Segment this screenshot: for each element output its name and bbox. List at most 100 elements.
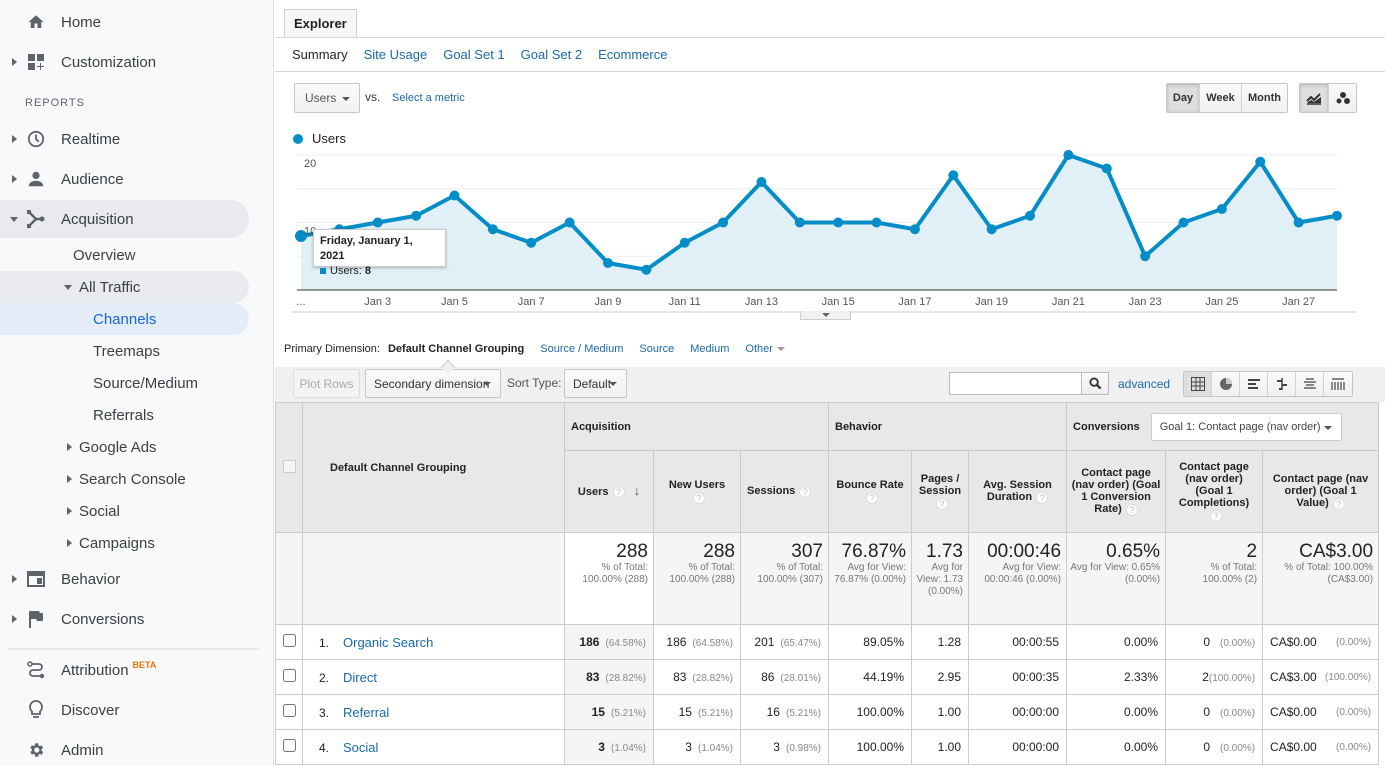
help-icon[interactable]: ? — [612, 486, 625, 499]
total-value: 00:00:46 — [987, 541, 1062, 562]
attribution-icon — [26, 660, 46, 680]
nav-overview[interactable]: Overview — [0, 237, 250, 273]
nav-discover[interactable]: Discover — [0, 692, 250, 728]
col-avg-duration[interactable]: Avg. Session Duration? — [967, 450, 1068, 533]
term-cloud-view-button[interactable] — [1296, 372, 1324, 396]
row-value-amount: CA$3.00 — [1270, 670, 1317, 684]
nav-referrals[interactable]: Referrals — [0, 397, 250, 433]
help-icon[interactable]: ? — [1125, 503, 1138, 516]
table-toolbar: Plot Rows Secondary dimension Sort Type:… — [275, 367, 1385, 402]
nav-all-traffic[interactable]: All Traffic — [0, 271, 249, 303]
col-goal-completions[interactable]: Contact page (nav order) (Goal 1 Complet… — [1165, 450, 1264, 533]
nav-google-ads[interactable]: Google Ads — [0, 429, 250, 465]
comparison-view-button[interactable] — [1268, 372, 1296, 396]
goal-dropdown[interactable]: Goal 1: Contact page (nav order) — [1150, 412, 1342, 441]
data-view-button[interactable] — [1184, 372, 1212, 396]
nav-social[interactable]: Social — [0, 493, 250, 529]
sort-type-value: Default — [573, 376, 612, 391]
select-metric-link[interactable]: Select a metric — [392, 92, 465, 104]
row-checkbox[interactable] — [282, 739, 296, 752]
nav-customization[interactable]: Customization — [0, 44, 250, 80]
nav-acquisition[interactable]: Acquisition — [0, 200, 249, 238]
col-goal-value[interactable]: Contact page (nav order) (Goal 1 Value)? — [1262, 450, 1380, 533]
select-all-cell — [275, 402, 303, 533]
nav-treemaps[interactable]: Treemaps — [0, 333, 250, 369]
nav-realtime-label: Realtime — [61, 130, 121, 148]
nav-behavior[interactable]: Behavior — [0, 561, 250, 597]
nav-audience[interactable]: Audience — [0, 161, 250, 197]
nav-search-console[interactable]: Search Console — [0, 461, 250, 497]
dimension-source-medium-link[interactable]: Source / Medium — [540, 343, 623, 355]
row-checkbox[interactable] — [282, 669, 296, 682]
nav-admin[interactable]: Admin — [0, 732, 250, 768]
performance-view-button[interactable] — [1240, 372, 1268, 396]
row-checkbox[interactable] — [282, 704, 296, 717]
total-sub: % of Total: 100.00% (288) — [582, 562, 648, 585]
plot-rows-button[interactable]: Plot Rows — [293, 369, 360, 398]
help-icon[interactable]: ? — [866, 491, 878, 504]
subtab-ecommerce[interactable]: Ecommerce — [598, 47, 667, 62]
motion-chart-button[interactable] — [1329, 84, 1356, 112]
granularity-month-button[interactable]: Month — [1242, 84, 1287, 112]
col-users[interactable]: Users? ↓ — [564, 450, 654, 533]
line-chart-button[interactable] — [1300, 84, 1329, 112]
granularity-week-button[interactable]: Week — [1200, 84, 1242, 112]
dimension-other-dropdown[interactable]: Other — [745, 343, 785, 355]
row-channel-link[interactable]: Organic Search — [343, 635, 433, 650]
select-all-checkbox[interactable] — [282, 459, 296, 473]
secondary-dimension-dropdown[interactable]: Secondary dimension — [365, 369, 501, 398]
nav-home[interactable]: Home — [0, 4, 250, 40]
help-icon[interactable]: ? — [1210, 509, 1223, 522]
row-channel-link[interactable]: Referral — [343, 705, 389, 720]
nav-campaigns[interactable]: Campaigns — [0, 525, 250, 561]
subtab-goal-set-1[interactable]: Goal Set 1 — [443, 47, 504, 62]
dimension-medium-link[interactable]: Medium — [690, 343, 729, 355]
table-search-input[interactable] — [949, 372, 1082, 395]
help-icon[interactable]: ? — [799, 485, 812, 498]
subtab-summary[interactable]: Summary — [292, 47, 348, 62]
caret-right-icon — [67, 507, 72, 515]
dimension-source-link[interactable]: Source — [639, 343, 674, 355]
search-button[interactable] — [1081, 372, 1109, 395]
help-icon[interactable]: ? — [693, 491, 705, 504]
col-bounce-rate[interactable]: Bounce Rate? — [828, 450, 912, 533]
row-goal-completions: 0 (0.00%) — [1165, 694, 1264, 730]
acquisition-group-header: Acquisition — [564, 402, 829, 451]
row-channel-link[interactable]: Direct — [343, 670, 377, 685]
nav-source-medium[interactable]: Source/Medium — [0, 365, 250, 401]
row-users: 186 (64.58%) — [564, 624, 654, 660]
subtab-site-usage[interactable]: Site Usage — [364, 47, 428, 62]
nav-channels[interactable]: Channels — [0, 303, 249, 335]
nav-attribution[interactable]: Attribution BETA — [0, 652, 250, 688]
help-icon[interactable]: ? — [1332, 497, 1345, 510]
help-icon[interactable]: ? — [936, 497, 948, 510]
col-sessions[interactable]: Sessions? — [740, 450, 829, 533]
col-goal-completions-label: Contact page (nav order) (Goal 1 Complet… — [1178, 461, 1250, 510]
table-view-toggle — [1183, 371, 1353, 397]
row-channel-link[interactable]: Social — [343, 740, 378, 755]
subtab-goal-set-2[interactable]: Goal Set 2 — [521, 47, 582, 62]
tab-explorer[interactable]: Explorer — [284, 9, 357, 38]
row-new-users: 3 (1.04%) — [653, 729, 741, 765]
col-goal-conv-rate[interactable]: Contact page (nav order) (Goal 1 Convers… — [1066, 450, 1167, 533]
nav-realtime[interactable]: Realtime — [0, 121, 250, 157]
advanced-filter-link[interactable]: advanced — [1118, 377, 1170, 391]
lightbulb-icon — [26, 700, 46, 720]
pivot-view-button[interactable] — [1324, 372, 1352, 396]
sort-type-dropdown[interactable]: Default — [564, 369, 627, 398]
col-new-users[interactable]: New Users? — [653, 450, 741, 533]
col-pages-session[interactable]: Pages / Session? — [911, 450, 969, 533]
nav-conversions[interactable]: Conversions — [0, 601, 250, 637]
metric-dropdown[interactable]: Users — [294, 83, 360, 113]
row-sessions: 3 (0.98%) — [740, 729, 829, 765]
help-icon[interactable]: ? — [1036, 491, 1049, 504]
percentage-view-button[interactable] — [1212, 372, 1240, 396]
dimension-header[interactable]: Default Channel Grouping — [302, 402, 565, 533]
row-goal-conv-rate: 0.00% — [1066, 729, 1167, 765]
chart-collapse-handle[interactable] — [800, 311, 851, 320]
row-checkbox[interactable] — [282, 634, 296, 647]
row-checkbox-cell — [275, 729, 303, 765]
granularity-day-button[interactable]: Day — [1167, 84, 1200, 112]
subtab-divider — [275, 71, 1385, 72]
table-row: 2. Direct 83 (28.82%) 83 (28.82%) 86 (28.01%) 44… — [275, 659, 1380, 695]
